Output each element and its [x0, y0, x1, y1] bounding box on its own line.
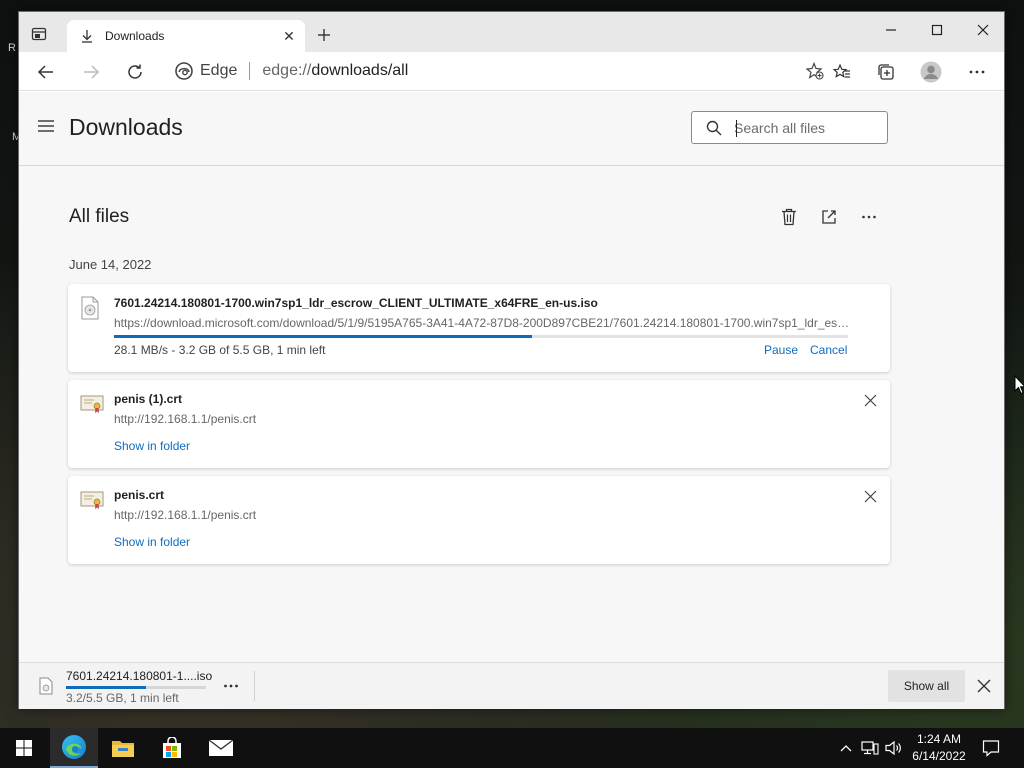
file-name[interactable]: penis.crt	[114, 488, 164, 502]
back-icon[interactable]	[32, 58, 60, 86]
add-favorite-icon[interactable]	[806, 62, 824, 80]
date-group-label: June 14, 2022	[69, 257, 152, 272]
start-button[interactable]	[0, 728, 48, 768]
mouse-cursor-icon	[1014, 375, 1024, 395]
shelf-more-icon[interactable]	[219, 676, 243, 696]
download-progress-bar	[114, 335, 848, 338]
download-item[interactable]: 7601.24214.180801-1700.win7sp1_ldr_escro…	[68, 284, 890, 372]
taskbar-mail[interactable]	[197, 728, 245, 768]
action-center-icon[interactable]	[982, 738, 1000, 758]
navigation-toolbar: Edge edge://downloads/all	[19, 52, 1004, 91]
desktop-icon-label[interactable]: R	[8, 42, 16, 54]
url-prefix: edge://	[262, 62, 312, 79]
download-status: 28.1 MB/s - 3.2 GB of 5.5 GB, 1 min left	[114, 343, 326, 357]
profile-avatar-icon[interactable]	[917, 58, 945, 86]
store-icon	[163, 737, 181, 758]
close-shelf-icon[interactable]	[976, 678, 992, 694]
clock-date: 6/14/2022	[912, 749, 966, 763]
mail-icon	[208, 739, 234, 756]
shelf-divider	[254, 671, 255, 701]
open-folder-icon[interactable]	[817, 205, 841, 229]
favorites-icon[interactable]	[828, 58, 856, 86]
remove-item-icon[interactable]	[862, 488, 878, 504]
volume-icon[interactable]	[885, 738, 903, 758]
show-all-button[interactable]: Show all	[888, 670, 965, 702]
certificate-file-icon	[80, 491, 104, 509]
show-in-folder-link[interactable]: Show in folder	[114, 439, 190, 453]
download-shelf: 7601.24214.180801-1....iso 3.2/5.5 GB, 1…	[19, 662, 1004, 709]
maximize-icon[interactable]	[914, 16, 960, 44]
remove-item-icon[interactable]	[862, 392, 878, 408]
search-input[interactable]	[734, 119, 874, 136]
network-icon[interactable]	[861, 738, 879, 758]
edge-logo-icon	[175, 62, 193, 80]
shelf-progress-bar	[66, 686, 206, 689]
browser-window: Downloads ✕ Edge edge://downloads/all Do…	[18, 11, 1005, 709]
file-url: http://192.168.1.1/penis.crt	[114, 508, 257, 522]
shelf-progress-fill	[66, 686, 146, 689]
file-name[interactable]: 7601.24214.180801-1700.win7sp1_ldr_escro…	[114, 296, 598, 310]
cancel-button[interactable]: Cancel	[810, 343, 847, 357]
site-name: Edge	[200, 62, 238, 79]
text-caret	[736, 120, 737, 137]
address-bar[interactable]: Edge edge://downloads/all	[163, 55, 846, 87]
url-path: downloads/all	[311, 62, 409, 79]
shelf-status: 3.2/5.5 GB, 1 min left	[66, 691, 179, 705]
show-in-folder-link[interactable]: Show in folder	[114, 535, 190, 549]
menu-icon[interactable]	[37, 117, 55, 135]
edge-app-icon	[62, 735, 86, 759]
taskbar-file-explorer[interactable]	[99, 728, 147, 768]
search-box[interactable]	[691, 111, 888, 144]
close-window-icon[interactable]	[960, 16, 1006, 44]
section-title: All files	[69, 206, 130, 227]
download-item[interactable]: penis.crt http://192.168.1.1/penis.crt S…	[68, 476, 890, 564]
address-separator	[249, 62, 251, 80]
show-hidden-icons-icon[interactable]	[837, 738, 855, 758]
page-header: Downloads	[19, 92, 1004, 166]
taskbar-edge[interactable]	[50, 728, 98, 768]
disc-image-file-icon	[81, 296, 99, 320]
delete-all-icon[interactable]	[777, 205, 801, 229]
page-title: Downloads	[69, 114, 183, 140]
tab-actions-icon[interactable]	[29, 24, 49, 44]
settings-more-icon[interactable]	[963, 58, 991, 86]
download-item[interactable]: penis (1).crt http://192.168.1.1/penis.c…	[68, 380, 890, 468]
refresh-icon[interactable]	[121, 58, 149, 86]
search-icon	[706, 120, 722, 135]
collections-icon[interactable]	[872, 58, 900, 86]
tab-downloads[interactable]: Downloads ✕	[67, 20, 305, 52]
minimize-icon[interactable]	[868, 16, 914, 44]
new-tab-icon[interactable]	[313, 24, 335, 46]
file-icon	[39, 677, 53, 695]
more-options-icon[interactable]	[857, 205, 881, 229]
clock-time: 1:24 AM	[916, 732, 962, 746]
windows-logo-icon	[16, 740, 32, 756]
pause-button[interactable]: Pause	[764, 343, 798, 357]
progress-fill	[114, 335, 533, 338]
certificate-file-icon	[80, 395, 104, 413]
file-url: https://download.microsoft.com/download/…	[114, 316, 850, 330]
tab-title: Downloads	[105, 29, 165, 43]
title-bar: Downloads ✕	[19, 12, 1004, 52]
forward-icon[interactable]	[77, 58, 105, 86]
close-tab-icon[interactable]: ✕	[279, 26, 299, 46]
download-icon	[79, 28, 95, 44]
url-text[interactable]: edge://downloads/all	[262, 62, 408, 80]
file-name[interactable]: penis (1).crt	[114, 392, 182, 406]
taskbar: 1:24 AM 6/14/2022	[0, 728, 1024, 768]
downloads-page: Downloads All files June 14, 2022 7601.2…	[19, 92, 1004, 662]
file-url: http://192.168.1.1/penis.crt	[114, 412, 257, 426]
shelf-file-name[interactable]: 7601.24214.180801-1....iso	[66, 669, 212, 683]
taskbar-store[interactable]	[148, 728, 196, 768]
folder-icon	[112, 741, 134, 757]
taskbar-clock[interactable]: 1:24 AM 6/14/2022	[908, 731, 970, 765]
